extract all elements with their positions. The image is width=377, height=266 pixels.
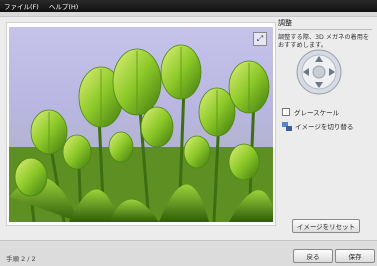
switch-image-option[interactable]: イメージを切り替る	[282, 121, 353, 131]
direction-pad-icon[interactable]	[296, 49, 342, 95]
back-button[interactable]: 戻る	[293, 249, 333, 263]
tulip-photo-graphic	[9, 44, 273, 222]
adjust-description: 調整する際、3D メガネの着用をおすすめします。	[278, 34, 370, 49]
adjust-title: 調整	[278, 18, 372, 30]
grayscale-option[interactable]: グレースケール	[282, 107, 339, 117]
swap-images-icon	[282, 121, 292, 131]
menu-file[interactable]: ファイル(F)	[4, 1, 39, 11]
image-canvas: ⤢	[6, 22, 276, 226]
adjust-panel: 調整 調整する際、3D メガネの着用をおすすめします。	[278, 18, 372, 50]
tulip-photo[interactable]: ⤢	[9, 27, 273, 222]
grayscale-checkbox[interactable]	[282, 108, 290, 116]
menu-bar: ファイル(F) ヘルプ(H)	[0, 0, 377, 12]
reset-image-button[interactable]: イメージをリセット	[292, 219, 360, 233]
step-indicator: 手順 2 / 2	[6, 255, 36, 263]
grayscale-label: グレースケール	[294, 109, 340, 117]
save-button[interactable]: 保存	[335, 249, 375, 263]
switch-image-label: イメージを切り替る	[295, 123, 354, 131]
toolbar-strip	[0, 12, 377, 17]
expand-icon[interactable]: ⤢	[253, 32, 267, 46]
menu-help[interactable]: ヘルプ(H)	[49, 1, 78, 11]
